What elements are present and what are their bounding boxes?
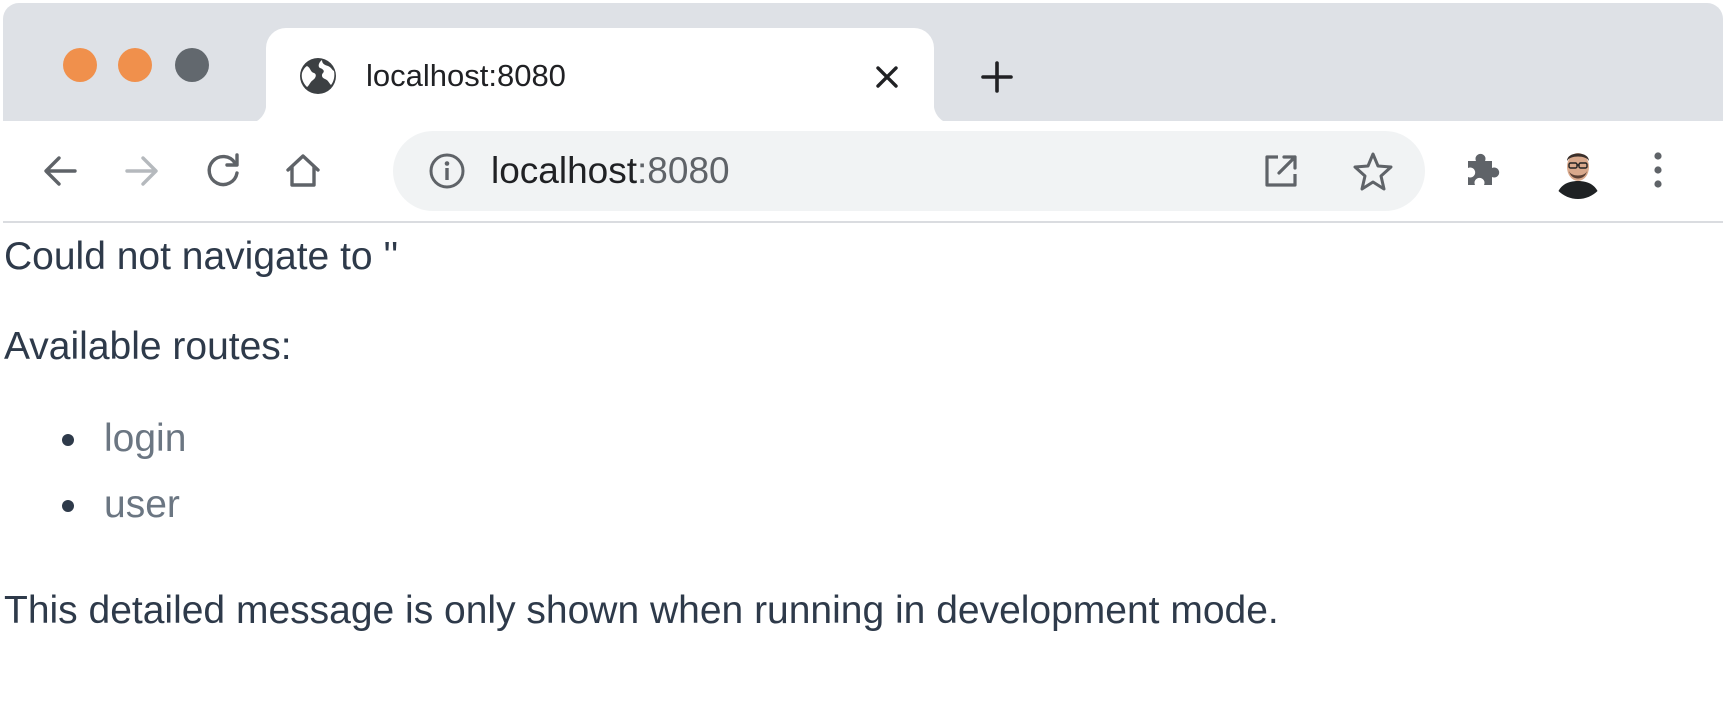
address-url[interactable]: localhost:8080 xyxy=(491,150,730,192)
browser-toolbar: localhost:8080 xyxy=(3,121,1723,223)
arrow-right-icon[interactable] xyxy=(118,148,164,194)
puzzle-icon[interactable] xyxy=(1460,147,1504,191)
bullet xyxy=(62,500,74,512)
active-tab[interactable]: localhost:8080 xyxy=(246,28,954,124)
more-vertical-icon[interactable] xyxy=(1643,147,1673,193)
list-item: login xyxy=(4,416,186,462)
address-host: localhost xyxy=(491,150,638,191)
address-bar[interactable]: localhost:8080 xyxy=(393,131,1425,211)
new-tab-plus-icon[interactable] xyxy=(977,57,1017,97)
open-in-new-icon[interactable] xyxy=(1261,151,1301,191)
home-icon[interactable] xyxy=(280,148,326,194)
dev-mode-note: This detailed message is only shown when… xyxy=(4,589,1279,632)
bullet xyxy=(62,434,74,446)
globe-icon xyxy=(300,58,336,94)
tab-strip: localhost:8080 xyxy=(3,3,1723,124)
error-message: Could not navigate to '' xyxy=(4,235,399,278)
reload-icon[interactable] xyxy=(200,148,246,194)
address-port: :8080 xyxy=(637,150,730,191)
close-icon[interactable] xyxy=(870,60,904,94)
tab-title: localhost:8080 xyxy=(366,58,566,93)
profile-photo xyxy=(1556,153,1600,199)
info-icon[interactable] xyxy=(428,152,466,190)
avatar[interactable] xyxy=(1550,143,1606,199)
route-link-user[interactable]: user xyxy=(104,483,180,526)
bookmark-star-icon[interactable] xyxy=(1351,149,1395,193)
close-window-button[interactable] xyxy=(63,48,97,82)
list-item: user xyxy=(4,482,186,528)
minimize-window-button[interactable] xyxy=(118,48,152,82)
routes-heading: Available routes: xyxy=(4,325,292,368)
route-link-login[interactable]: login xyxy=(104,417,186,460)
arrow-left-icon[interactable] xyxy=(38,148,84,194)
route-list: login user xyxy=(4,416,186,548)
maximize-window-button[interactable] xyxy=(175,48,209,82)
